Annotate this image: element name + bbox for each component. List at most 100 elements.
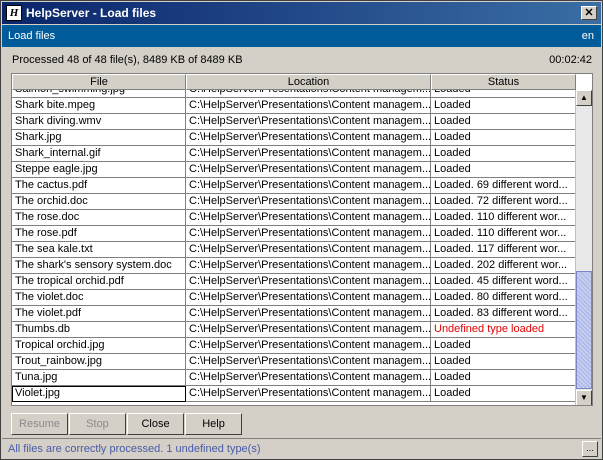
status-cell: Loaded (431, 90, 576, 98)
table-row[interactable]: Shark_internal.gif C:\HelpServer\Presenta… (12, 146, 576, 162)
resume-button[interactable]: Resume (11, 413, 68, 435)
table-row[interactable]: The tropical orchid.pdf C:\HelpServer\Pre… (12, 274, 576, 290)
location-cell: C:\HelpServer\Presentations\Content mana… (186, 242, 431, 258)
language-indicator[interactable]: en (582, 30, 594, 42)
table-rows: Salmon_swimming.jpgC:\HelpServer\Present… (12, 90, 576, 402)
table-row[interactable]: Salmon_swimming.jpgC:\HelpServer\Present… (12, 90, 576, 98)
status-cell: Loaded. 110 different wor... (431, 226, 576, 242)
file-cell: The rose.doc (12, 210, 186, 226)
help-button[interactable]: Help (185, 413, 242, 435)
status-cell: Loaded (431, 98, 576, 114)
status-cell: Loaded. 110 different wor... (431, 210, 576, 226)
status-cell: Loaded. 117 different wor... (431, 242, 576, 258)
table-row[interactable]: The orchid.doc C:\HelpServer\Presentation… (12, 194, 576, 210)
status-more-button[interactable]: ... (582, 440, 598, 457)
load-files-window: H HelpServer - Load files ✕ Load files e… (0, 0, 603, 460)
status-cell: Loaded (431, 354, 576, 370)
window-title: HelpServer - Load files (26, 6, 157, 20)
location-cell: C:\HelpServer\Presentations\Content mana… (186, 338, 431, 354)
location-cell: C:\HelpServer\Presentations\Content mana… (186, 98, 431, 114)
stop-button[interactable]: Stop (69, 413, 126, 435)
arrow-down-icon: ▼ (580, 393, 588, 402)
table-row[interactable]: Violet.jpg C:\HelpServer\Presentations\Co… (12, 386, 576, 402)
status-cell: Loaded (431, 386, 576, 402)
column-header-status[interactable]: Status (431, 74, 576, 90)
file-cell: The tropical orchid.pdf (12, 274, 186, 290)
location-cell: C:\HelpServer\Presentations\Content mana… (186, 274, 431, 290)
location-cell: C:\HelpServer\Presentations\Content mana… (186, 370, 431, 386)
location-cell: C:\HelpServer\Presentations\Content mana… (186, 226, 431, 242)
status-cell: Loaded. 83 different word... (431, 306, 576, 322)
table-row[interactable]: Tuna.jpg C:\HelpServer\Presentations\Cont… (12, 370, 576, 386)
button-bar: Resume Stop Close Help (11, 413, 243, 435)
header-title: Load files (8, 30, 56, 42)
close-window-button[interactable]: ✕ (581, 6, 597, 20)
file-cell: The cactus.pdf (12, 178, 186, 194)
table-row[interactable]: The cactus.pdf C:\HelpServer\Presentation… (12, 178, 576, 194)
file-cell: The orchid.doc (12, 194, 186, 210)
table-row[interactable]: Shark diving.wmv C:\HelpServer\Presentati… (12, 114, 576, 130)
table-row[interactable]: Shark.jpg C:\HelpServer\Presentations\Con… (12, 130, 576, 146)
location-cell: C:\HelpServer\Presentations\Content mana… (186, 258, 431, 274)
table-body: Salmon_swimming.jpgC:\HelpServer\Present… (12, 90, 576, 405)
file-cell: Shark_internal.gif (12, 146, 186, 162)
helpserver-app-icon: H (6, 5, 22, 21)
location-cell: C:\HelpServer\Presentations\Content mana… (186, 114, 431, 130)
status-cell: Loaded (431, 146, 576, 162)
title-bar[interactable]: H HelpServer - Load files ✕ (2, 2, 601, 24)
status-cell: Undefined type loaded (431, 322, 576, 338)
location-cell: C:\HelpServer\Presentations\Content mana… (186, 210, 431, 226)
location-cell: C:\HelpServer\Presentations\Content mana… (186, 306, 431, 322)
file-cell: Tropical orchid.jpg (12, 338, 186, 354)
table-row[interactable]: The violet.pdf C:\HelpServer\Presentation… (12, 306, 576, 322)
status-cell: Loaded. 80 different word... (431, 290, 576, 306)
file-cell: Violet.jpg (12, 386, 186, 402)
files-table: File Location Status Salmon_swimming.jpg… (11, 73, 593, 406)
column-header-file[interactable]: File (12, 74, 186, 90)
status-cell: Loaded (431, 114, 576, 130)
file-cell: Shark diving.wmv (12, 114, 186, 130)
location-cell: C:\HelpServer\Presentations\Content mana… (186, 162, 431, 178)
table-row[interactable]: Trout_rainbow.jpg C:\HelpServer\Presentat… (12, 354, 576, 370)
table-header: File Location Status (12, 74, 576, 90)
header-bar: Load files en (2, 25, 601, 47)
file-cell: Shark.jpg (12, 130, 186, 146)
table-row[interactable]: The shark's sensory system.doc C:\HelpSer… (12, 258, 576, 274)
status-cell: Loaded (431, 370, 576, 386)
progress-summary: Processed 48 of 48 file(s), 8489 KB of 8… (12, 54, 243, 66)
close-button[interactable]: Close (127, 413, 184, 435)
location-cell: C:\HelpServer\Presentations\Content mana… (186, 90, 431, 98)
file-cell: Steppe eagle.jpg (12, 162, 186, 178)
progress-summary-line: Processed 48 of 48 file(s), 8489 KB of 8… (2, 51, 601, 69)
location-cell: C:\HelpServer\Presentations\Content mana… (186, 194, 431, 210)
table-row[interactable]: The sea kale.txt C:\HelpServer\Presentati… (12, 242, 576, 258)
location-cell: C:\HelpServer\Presentations\Content mana… (186, 290, 431, 306)
scrollbar-thumb[interactable] (576, 271, 592, 389)
status-cell: Loaded. 72 different word... (431, 194, 576, 210)
location-cell: C:\HelpServer\Presentations\Content mana… (186, 322, 431, 338)
status-message: All files are correctly processed. 1 und… (8, 442, 261, 455)
file-cell: Thumbs.db (12, 322, 186, 338)
table-row[interactable]: The rose.pdf C:\HelpServer\Presentations\… (12, 226, 576, 242)
table-row[interactable]: The rose.doc C:\HelpServer\Presentations\… (12, 210, 576, 226)
vertical-scrollbar[interactable]: ▲ ▼ (575, 90, 592, 405)
file-cell: Trout_rainbow.jpg (12, 354, 186, 370)
table-row[interactable]: Thumbs.db C:\HelpServer\Presentations\Con… (12, 322, 576, 338)
status-cell: Loaded. 69 different word... (431, 178, 576, 194)
location-cell: C:\HelpServer\Presentations\Content mana… (186, 386, 431, 402)
file-cell: Shark bite.mpeg (12, 98, 186, 114)
scroll-down-button[interactable]: ▼ (576, 390, 592, 405)
file-cell: The rose.pdf (12, 226, 186, 242)
scroll-up-button[interactable]: ▲ (576, 90, 592, 106)
status-cell: Loaded (431, 338, 576, 354)
table-row[interactable]: The violet.doc C:\HelpServer\Presentation… (12, 290, 576, 306)
file-cell: Salmon_swimming.jpg (12, 90, 186, 98)
column-header-location[interactable]: Location (186, 74, 431, 90)
table-row[interactable]: Shark bite.mpeg C:\HelpServer\Presentatio… (12, 98, 576, 114)
table-row[interactable]: Steppe eagle.jpg C:\HelpServer\Presentati… (12, 162, 576, 178)
location-cell: C:\HelpServer\Presentations\Content mana… (186, 146, 431, 162)
file-cell: The violet.pdf (12, 306, 186, 322)
location-cell: C:\HelpServer\Presentations\Content mana… (186, 354, 431, 370)
table-row[interactable]: Tropical orchid.jpg C:\HelpServer\Present… (12, 338, 576, 354)
close-icon: ✕ (584, 6, 594, 19)
